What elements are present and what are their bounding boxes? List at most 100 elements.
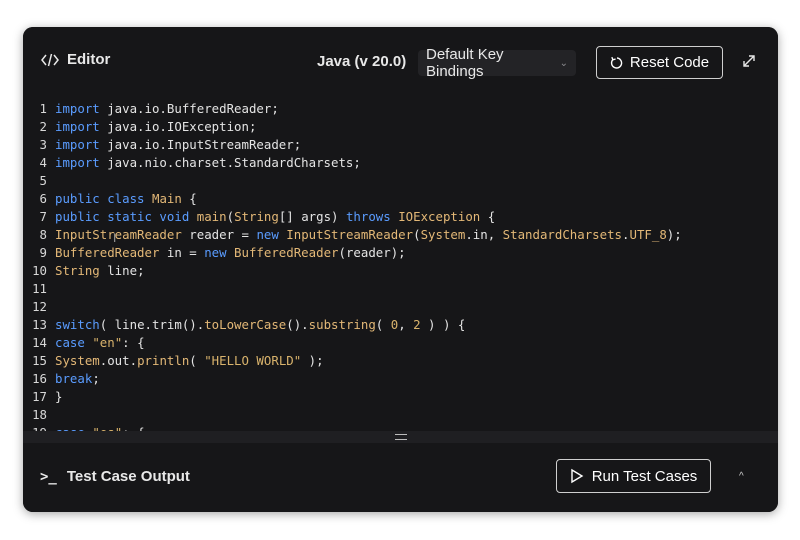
code-token: String [55, 263, 100, 278]
code-line[interactable]: 2 import java.io.IOException; [23, 118, 257, 136]
chevron-down-icon: ⌄ [559, 57, 568, 69]
code-token: BufferedReader [234, 245, 339, 260]
code-line[interactable]: 13 switch( line.trim().toLowerCase().subs… [23, 316, 465, 334]
line-number: 5 [39, 173, 47, 188]
code-token: in = [159, 245, 205, 260]
line-number: 10 [32, 263, 47, 278]
code-token: BufferedReader [55, 245, 160, 260]
code-token: (). [286, 317, 309, 332]
line-number: 9 [39, 245, 47, 260]
code-token: ( [375, 317, 391, 332]
code-line[interactable]: 18 [23, 406, 55, 424]
code-token: : { [122, 335, 145, 350]
line-number: 6 [39, 191, 47, 206]
code-token: [] args) [278, 209, 346, 224]
line-number: 16 [32, 371, 47, 386]
code-token: println [137, 353, 190, 368]
code-token: InputStreamReader [286, 227, 414, 242]
code-line[interactable]: 17} [23, 388, 62, 406]
code-token: import [55, 119, 108, 134]
code-token: IOException [398, 209, 481, 224]
code-token: "en" [92, 335, 123, 350]
editor-title-label: Editor [67, 51, 111, 68]
code-token: switch [55, 317, 100, 332]
code-token: ); [301, 353, 324, 368]
reset-code-label: Reset Code [629, 54, 710, 71]
line-number: 12 [32, 299, 47, 314]
code-token: , [398, 317, 414, 332]
code-token: new [204, 245, 235, 260]
code-token: .in, [465, 227, 503, 242]
code-token: String [234, 209, 279, 224]
code-token: java.io.BufferedReader; [107, 101, 279, 116]
text-cursor-icon: I [113, 231, 117, 245]
code-token: "HELLO WORLD" [204, 353, 302, 368]
line-number: 3 [39, 137, 47, 152]
line-number: 7 [39, 209, 47, 224]
code-token: import [55, 137, 108, 152]
line-number: 17 [32, 389, 47, 404]
editor-header: Editor Java (v 20.0) Default Key Binding… [23, 27, 778, 95]
panel-resize-handle[interactable] [23, 431, 778, 443]
code-token: line; [99, 263, 145, 278]
code-token: StandardCharsets [502, 227, 623, 242]
code-line[interactable]: 12 [23, 298, 55, 316]
code-line[interactable]: 8 InputStreamReader reader = new InputStr… [23, 226, 682, 244]
code-line[interactable]: 19case "es": { [23, 424, 144, 431]
code-token: ); [666, 227, 682, 242]
code-token: new [256, 227, 287, 242]
code-token: ; [92, 371, 100, 386]
code-token: System [55, 353, 100, 368]
code-token: java.io.IOException; [107, 119, 257, 134]
code-token: ) ) { [420, 317, 466, 332]
code-token: java.nio.charset.StandardCharsets; [107, 155, 361, 170]
reset-code-button[interactable]: Reset Code [596, 46, 723, 79]
code-token: { [480, 209, 496, 224]
code-token: ( [226, 209, 235, 224]
code-line[interactable]: 10 String line; [23, 262, 145, 280]
code-line[interactable]: 14 case "en": { [23, 334, 145, 352]
code-line[interactable]: 16 break; [23, 370, 100, 388]
code-line[interactable]: 6 public class Main { [23, 190, 197, 208]
code-line[interactable]: 5 [23, 172, 55, 190]
key-bindings-value: Default Key Bindings [426, 46, 504, 80]
code-token: throws [345, 209, 399, 224]
rotate-icon [610, 56, 623, 69]
code-token: substring [308, 317, 376, 332]
code-token: } [55, 389, 63, 404]
chevron-up-icon[interactable]: ^ [739, 471, 744, 482]
expand-arrows-icon[interactable] [741, 53, 757, 74]
code-token: UTF_8 [629, 227, 667, 242]
code-line[interactable]: 15 System.out.println( "HELLO WORLD" ); [23, 352, 324, 370]
code-token: main [196, 209, 227, 224]
code-line[interactable]: 11 [23, 280, 55, 298]
code-line[interactable]: 1 import java.io.BufferedReader; [23, 100, 279, 118]
code-token: import [55, 155, 108, 170]
code-line[interactable]: 3 import java.io.InputStreamReader; [23, 136, 302, 154]
code-token: case [55, 335, 93, 350]
code-token: public static void [55, 209, 197, 224]
key-bindings-select[interactable]: Default Key Bindings ⌄ [418, 46, 576, 80]
line-number: 15 [32, 353, 47, 368]
grip-icon [394, 434, 407, 440]
code-token: break [55, 371, 93, 386]
code-token: public class [55, 191, 152, 206]
code-line[interactable]: 9 BufferedReader in = new BufferedReader(… [23, 244, 406, 262]
code-token: ( [189, 353, 205, 368]
play-icon [570, 468, 584, 484]
code-line[interactable]: 4 import java.nio.charset.StandardCharset… [23, 154, 361, 172]
code-token: ( [413, 227, 421, 242]
code-token: import [55, 101, 108, 116]
line-number: 18 [32, 407, 47, 422]
line-number: 1 [39, 101, 47, 116]
code-editor[interactable]: 1 import java.io.BufferedReader; 2 import j… [23, 95, 778, 431]
line-number: 14 [32, 335, 47, 350]
code-token: java.io.InputStreamReader; [107, 137, 302, 152]
editor-window: Editor Java (v 20.0) Default Key Binding… [23, 27, 778, 512]
editor-title: Editor [41, 51, 110, 68]
run-test-cases-button[interactable]: Run Test Cases [556, 459, 711, 493]
code-token: 2 [413, 317, 421, 332]
line-number: 4 [39, 155, 47, 170]
language-label: Java (v 20.0) [317, 53, 407, 70]
code-line[interactable]: 7 public static void main(String[] args) … [23, 208, 496, 226]
